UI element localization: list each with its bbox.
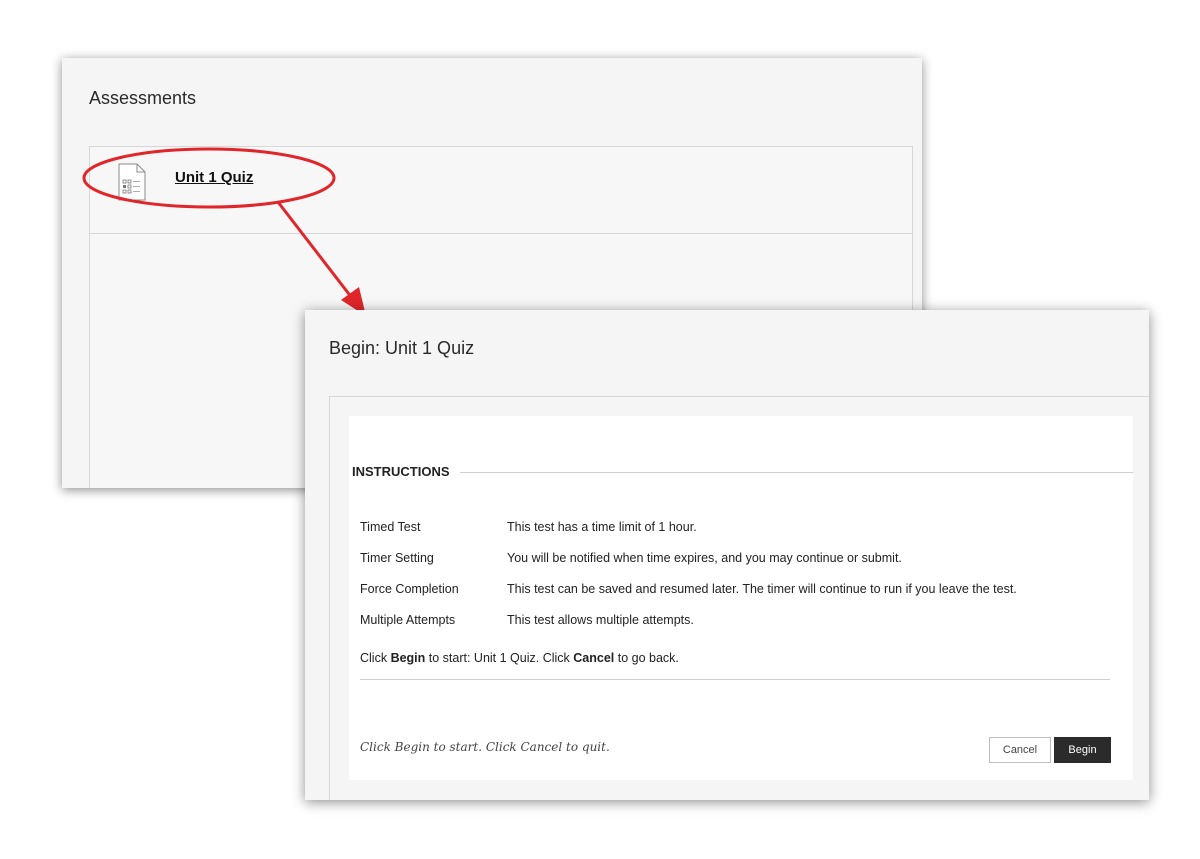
instructions-heading: INSTRUCTIONS <box>352 464 460 479</box>
quiz-document-icon <box>118 163 146 201</box>
instruction-label: Force Completion <box>360 582 459 596</box>
instruction-label: Timed Test <box>360 520 421 534</box>
begin-line-prefix: Click <box>360 651 391 665</box>
begin-line-begin-word: Begin <box>390 651 426 665</box>
screenshot-stage: Assessments Unit 1 Quiz Begin: Unit 1 Qu… <box>0 0 1200 859</box>
begin-button[interactable]: Begin <box>1054 737 1111 763</box>
instruction-value: This test has a time limit of 1 hour. <box>507 520 697 534</box>
begin-quiz-dialog: Begin: Unit 1 Quiz INSTRUCTIONS Timed Te… <box>305 310 1149 800</box>
footer-divider <box>360 679 1110 680</box>
begin-instruction: Click Begin to start: Unit 1 Quiz. Click… <box>360 651 679 665</box>
instruction-value: This test can be saved and resumed later… <box>507 582 1017 596</box>
assessments-title: Assessments <box>89 88 197 108</box>
footer-hint: Click Begin to start. Click Cancel to qu… <box>360 740 610 754</box>
list-item: Unit 1 Quiz <box>90 147 912 234</box>
unit-1-quiz-link[interactable]: Unit 1 Quiz <box>175 169 253 186</box>
instruction-value: This test allows multiple attempts. <box>507 613 694 627</box>
cancel-button[interactable]: Cancel <box>989 737 1051 763</box>
instruction-label: Timer Setting <box>360 551 434 565</box>
instruction-label: Multiple Attempts <box>360 613 456 627</box>
begin-line-middle: to start: Unit 1 Quiz. Click <box>425 651 574 665</box>
begin-line-suffix: to go back. <box>614 651 679 665</box>
instruction-value: You will be notified when time expires, … <box>507 551 902 565</box>
dialog-content: INSTRUCTIONS Timed Test This test has a … <box>349 416 1133 780</box>
instructions-divider <box>459 472 1133 473</box>
dialog-frame: INSTRUCTIONS Timed Test This test has a … <box>329 396 1149 800</box>
dialog-title: Begin: Unit 1 Quiz <box>329 338 475 358</box>
begin-line-cancel-word: Cancel <box>573 651 615 665</box>
